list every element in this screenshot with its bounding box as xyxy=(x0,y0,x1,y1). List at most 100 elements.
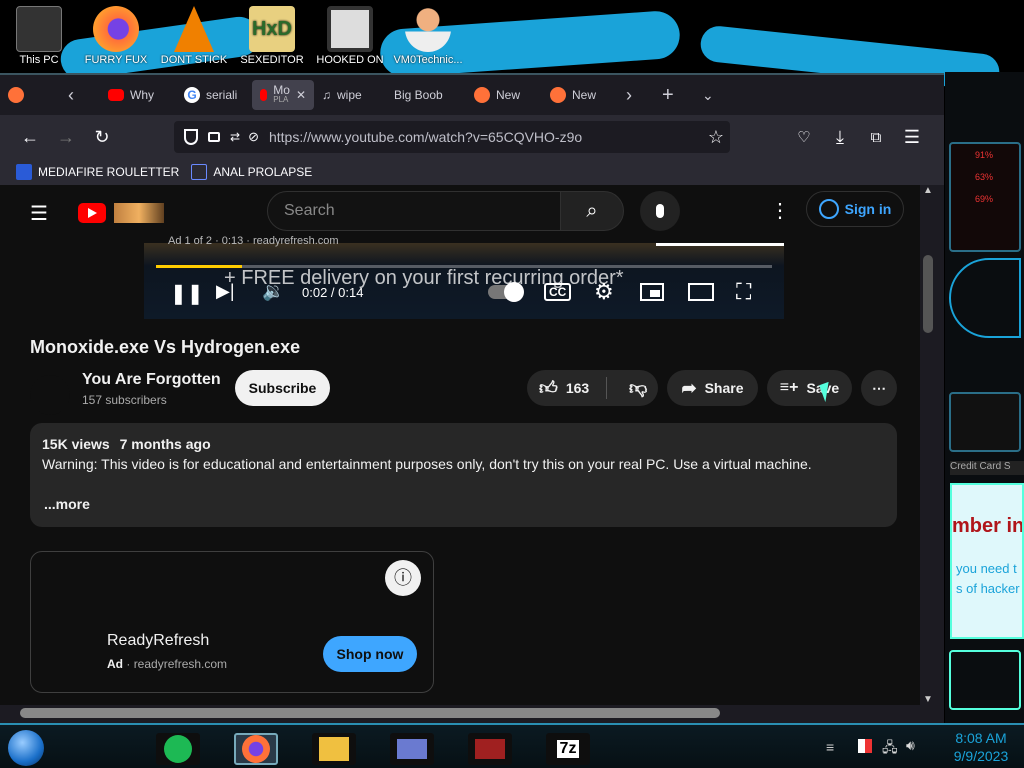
settings-more-button[interactable]: ⋮ xyxy=(770,199,790,223)
autoplay-toggle[interactable] xyxy=(488,282,524,302)
fullscreen-button[interactable]: ⛶ xyxy=(736,279,751,305)
guide-menu-button[interactable]: ☰ xyxy=(30,201,48,226)
like-button[interactable]: 👍︎ 163 xyxy=(527,377,607,399)
list-tabs-button[interactable]: ⌄ xyxy=(694,80,734,110)
desktop-icon-vm0[interactable]: VM0Technic... xyxy=(392,6,464,66)
vertical-dots-icon: ⋮ xyxy=(770,200,790,222)
taskbar-file-explorer[interactable] xyxy=(312,733,356,765)
back-button[interactable]: ← xyxy=(12,121,48,153)
pocket-button[interactable]: ♡ xyxy=(786,121,822,153)
tray-network-icon[interactable]: 🖧︎ xyxy=(882,737,898,761)
extensions-button[interactable]: ⧉ xyxy=(858,121,894,153)
dislike-button[interactable]: 👎︎ xyxy=(615,377,647,399)
tray-volume-icon[interactable]: 🔊︎ xyxy=(906,737,915,754)
start-button[interactable] xyxy=(8,730,44,766)
settings-button[interactable]: ⚙ xyxy=(594,279,614,305)
search-button[interactable]: ⌕ xyxy=(560,191,624,231)
desktop-icon-this-pc[interactable]: This PC xyxy=(3,6,75,66)
reload-icon: ↻ xyxy=(94,126,110,147)
system-clock[interactable]: 8:08 AM 9/9/2023 xyxy=(940,729,1022,765)
vertical-scrollbar[interactable]: ▲ ▼ xyxy=(920,185,936,705)
new-tab-button[interactable]: + xyxy=(654,80,694,110)
bookmark-label: MEDIAFIRE ROULETTER xyxy=(38,165,180,179)
miniplayer-button[interactable] xyxy=(640,283,664,301)
clock-time: 8:08 AM xyxy=(955,730,1007,746)
ad-card[interactable]: ⓘ ReadyRefresh Ad · readyrefresh.com Sho… xyxy=(30,551,434,693)
tab-new-1[interactable]: New xyxy=(466,80,542,110)
taskbar-app-card[interactable] xyxy=(390,733,434,765)
subscribe-button[interactable]: Subscribe xyxy=(235,370,330,406)
voice-search-button[interactable] xyxy=(640,191,680,231)
scrollbar-thumb[interactable] xyxy=(923,255,933,333)
ad-info-button[interactable]: ⓘ xyxy=(385,560,421,596)
video-player[interactable]: Ad 1 of 2 · 0:13 · readyrefresh.com + FR… xyxy=(144,235,784,319)
tab-scroll-left-button[interactable]: ‹ xyxy=(60,80,100,110)
subscribe-label: Subscribe xyxy=(248,380,317,396)
youtube-logo[interactable] xyxy=(78,203,106,223)
volume-button[interactable]: 🔉 xyxy=(262,281,284,302)
star-icon[interactable]: ☆ xyxy=(708,127,724,148)
youtube-icon xyxy=(260,89,268,101)
subtitles-button[interactable]: CC xyxy=(544,283,572,301)
desktop-icon-hooked[interactable]: HOOKED ON xyxy=(314,6,386,66)
shop-now-button[interactable]: Shop now xyxy=(323,636,417,672)
tray-action-center-icon[interactable]: ≡ xyxy=(826,739,834,755)
taskbar-notes[interactable] xyxy=(156,733,200,765)
mediafire-icon xyxy=(16,164,32,180)
firefox-icon xyxy=(550,87,566,103)
show-more-link[interactable]: ...more xyxy=(44,496,90,512)
tab-seriali[interactable]: G seriali xyxy=(176,80,252,110)
search-input[interactable]: Search xyxy=(267,191,561,231)
more-actions-button[interactable]: ⋯ xyxy=(861,370,897,406)
theater-mode-button[interactable] xyxy=(688,283,714,301)
url-bar[interactable]: ⇄ ⊘ https://www.youtube.com/watch?v=65CQ… xyxy=(174,121,730,153)
horizontal-scrollbar[interactable] xyxy=(0,705,936,721)
channel-name[interactable]: You Are Forgotten xyxy=(82,371,221,389)
share-button[interactable]: ➦ Share xyxy=(667,370,758,406)
gear-icon: ⚙ xyxy=(594,279,614,304)
downloads-button[interactable]: ⤓ xyxy=(822,121,858,153)
tab-scroll-right-button[interactable]: › xyxy=(618,80,654,110)
pause-button[interactable]: ❚❚ xyxy=(170,281,204,306)
desktop-icon-label: DONT STICK xyxy=(160,54,228,66)
scroll-up-arrow[interactable]: ▲ xyxy=(920,185,936,196)
tab-pinned-firefox[interactable] xyxy=(0,80,60,110)
bookmarks-toolbar: MEDIAFIRE ROULETTER ANAL PROLAPSE xyxy=(0,159,944,185)
bookmark-mediafire[interactable]: MEDIAFIRE ROULETTER xyxy=(16,164,179,180)
taskbar-firefox[interactable] xyxy=(234,733,278,765)
info-icon: ⓘ xyxy=(394,568,412,588)
tab-active-youtube[interactable]: Mo PLA ✕ xyxy=(252,80,314,110)
sign-in-button[interactable]: Sign in xyxy=(806,191,904,227)
menu-button[interactable]: ☰ xyxy=(894,121,930,153)
tab-wipe[interactable]: ♫ wipe xyxy=(314,80,386,110)
close-tab-icon[interactable]: ✕ xyxy=(296,88,306,102)
7zip-icon: 7z xyxy=(556,740,580,758)
tab-why[interactable]: Why xyxy=(100,80,176,110)
meter-value: 91% xyxy=(975,150,994,160)
scrollbar-thumb[interactable] xyxy=(20,708,720,718)
description-box[interactable]: 15K views 7 months ago Warning: This vid… xyxy=(30,423,897,527)
reload-button[interactable]: ↻ xyxy=(84,121,120,153)
puzzle-icon: ⧉ xyxy=(870,128,882,146)
channel-avatar[interactable] xyxy=(30,375,70,415)
tab-new-2[interactable]: New xyxy=(542,80,618,110)
lock-icon xyxy=(208,132,220,142)
save-button[interactable]: ≡+ Save xyxy=(767,370,852,406)
firefox-icon xyxy=(93,6,139,52)
navigation-toolbar: ← → ↻ ⇄ ⊘ https://www.youtube.com/watch?… xyxy=(0,115,944,159)
desktop-icon-vlc[interactable]: DONT STICK xyxy=(158,6,230,66)
desktop-icon-firefox[interactable]: FURRY FUX xyxy=(80,6,152,66)
next-button[interactable]: ▶| xyxy=(216,281,235,302)
taskbar-app-game[interactable] xyxy=(468,733,512,765)
search-icon: ⌕ xyxy=(586,200,598,222)
bookmark-other[interactable]: ANAL PROLAPSE xyxy=(191,164,312,180)
meter-value: 69% xyxy=(975,194,994,204)
taskbar-7zip[interactable]: 7z xyxy=(546,733,590,765)
like-dislike-group: 👍︎ 163 👎︎ xyxy=(527,370,658,406)
scroll-down-arrow[interactable]: ▼ xyxy=(920,694,936,705)
desktop-icon-hxd[interactable]: HxD SEXEDITOR xyxy=(236,6,308,66)
forward-button[interactable]: → xyxy=(48,121,84,153)
subscriber-count: 157 subscribers xyxy=(82,393,167,407)
tab-big[interactable]: Big Boob xyxy=(386,80,466,110)
tray-flag-icon[interactable] xyxy=(858,739,872,753)
